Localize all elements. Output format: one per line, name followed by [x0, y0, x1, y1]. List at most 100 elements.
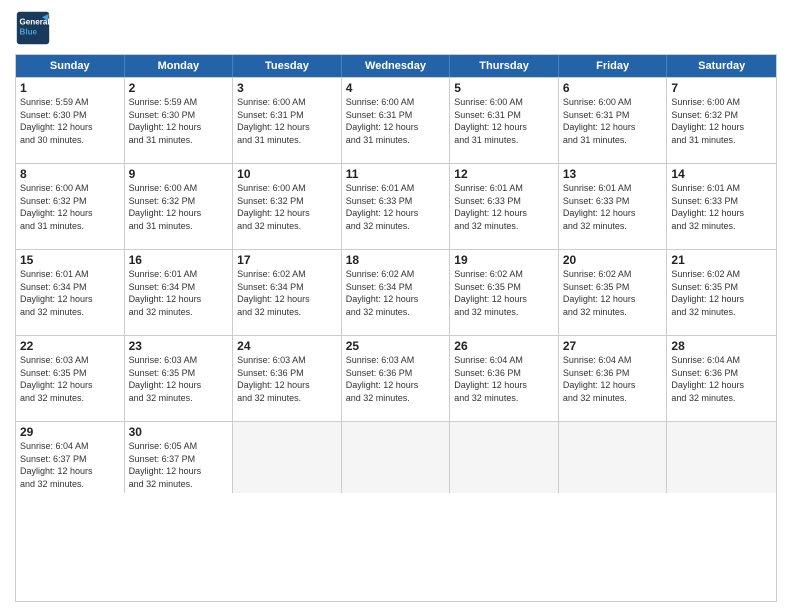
cal-cell: 26Sunrise: 6:04 AM Sunset: 6:36 PM Dayli… [450, 336, 559, 421]
day-info: Sunrise: 5:59 AM Sunset: 6:30 PM Dayligh… [20, 96, 120, 146]
cal-cell: 22Sunrise: 6:03 AM Sunset: 6:35 PM Dayli… [16, 336, 125, 421]
cal-cell [559, 422, 668, 493]
day-number: 19 [454, 253, 554, 267]
day-number: 10 [237, 167, 337, 181]
day-number: 26 [454, 339, 554, 353]
cal-cell: 13Sunrise: 6:01 AM Sunset: 6:33 PM Dayli… [559, 164, 668, 249]
cal-week-row: 29Sunrise: 6:04 AM Sunset: 6:37 PM Dayli… [16, 421, 776, 493]
day-header-saturday: Saturday [667, 55, 776, 77]
cal-cell: 20Sunrise: 6:02 AM Sunset: 6:35 PM Dayli… [559, 250, 668, 335]
day-header-tuesday: Tuesday [233, 55, 342, 77]
cal-cell: 11Sunrise: 6:01 AM Sunset: 6:33 PM Dayli… [342, 164, 451, 249]
cal-cell: 15Sunrise: 6:01 AM Sunset: 6:34 PM Dayli… [16, 250, 125, 335]
day-number: 7 [671, 81, 772, 95]
day-info: Sunrise: 6:00 AM Sunset: 6:31 PM Dayligh… [563, 96, 663, 146]
day-number: 11 [346, 167, 446, 181]
day-info: Sunrise: 5:59 AM Sunset: 6:30 PM Dayligh… [129, 96, 229, 146]
day-number: 12 [454, 167, 554, 181]
day-number: 15 [20, 253, 120, 267]
day-header-sunday: Sunday [16, 55, 125, 77]
day-number: 6 [563, 81, 663, 95]
day-info: Sunrise: 6:04 AM Sunset: 6:36 PM Dayligh… [454, 354, 554, 404]
cal-cell: 16Sunrise: 6:01 AM Sunset: 6:34 PM Dayli… [125, 250, 234, 335]
cal-week-row: 1Sunrise: 5:59 AM Sunset: 6:30 PM Daylig… [16, 77, 776, 163]
cal-week-row: 22Sunrise: 6:03 AM Sunset: 6:35 PM Dayli… [16, 335, 776, 421]
day-number: 28 [671, 339, 772, 353]
day-info: Sunrise: 6:00 AM Sunset: 6:32 PM Dayligh… [129, 182, 229, 232]
cal-cell [667, 422, 776, 493]
calendar: SundayMondayTuesdayWednesdayThursdayFrid… [15, 54, 777, 602]
cal-cell: 29Sunrise: 6:04 AM Sunset: 6:37 PM Dayli… [16, 422, 125, 493]
cal-cell [233, 422, 342, 493]
cal-cell: 6Sunrise: 6:00 AM Sunset: 6:31 PM Daylig… [559, 78, 668, 163]
cal-cell: 21Sunrise: 6:02 AM Sunset: 6:35 PM Dayli… [667, 250, 776, 335]
cal-cell [450, 422, 559, 493]
day-info: Sunrise: 6:00 AM Sunset: 6:31 PM Dayligh… [346, 96, 446, 146]
cal-cell: 27Sunrise: 6:04 AM Sunset: 6:36 PM Dayli… [559, 336, 668, 421]
day-info: Sunrise: 6:01 AM Sunset: 6:34 PM Dayligh… [129, 268, 229, 318]
day-header-monday: Monday [125, 55, 234, 77]
cal-cell: 14Sunrise: 6:01 AM Sunset: 6:33 PM Dayli… [667, 164, 776, 249]
day-info: Sunrise: 6:01 AM Sunset: 6:34 PM Dayligh… [20, 268, 120, 318]
day-header-thursday: Thursday [450, 55, 559, 77]
cal-cell: 28Sunrise: 6:04 AM Sunset: 6:36 PM Dayli… [667, 336, 776, 421]
day-info: Sunrise: 6:02 AM Sunset: 6:34 PM Dayligh… [346, 268, 446, 318]
cal-cell: 10Sunrise: 6:00 AM Sunset: 6:32 PM Dayli… [233, 164, 342, 249]
day-info: Sunrise: 6:04 AM Sunset: 6:36 PM Dayligh… [563, 354, 663, 404]
day-info: Sunrise: 6:04 AM Sunset: 6:37 PM Dayligh… [20, 440, 120, 490]
cal-cell [342, 422, 451, 493]
day-number: 16 [129, 253, 229, 267]
cal-cell: 23Sunrise: 6:03 AM Sunset: 6:35 PM Dayli… [125, 336, 234, 421]
cal-cell: 17Sunrise: 6:02 AM Sunset: 6:34 PM Dayli… [233, 250, 342, 335]
cal-cell: 9Sunrise: 6:00 AM Sunset: 6:32 PM Daylig… [125, 164, 234, 249]
day-number: 17 [237, 253, 337, 267]
day-info: Sunrise: 6:02 AM Sunset: 6:35 PM Dayligh… [671, 268, 772, 318]
cal-cell: 18Sunrise: 6:02 AM Sunset: 6:34 PM Dayli… [342, 250, 451, 335]
day-number: 1 [20, 81, 120, 95]
day-info: Sunrise: 6:02 AM Sunset: 6:35 PM Dayligh… [454, 268, 554, 318]
day-number: 14 [671, 167, 772, 181]
cal-cell: 7Sunrise: 6:00 AM Sunset: 6:32 PM Daylig… [667, 78, 776, 163]
day-number: 22 [20, 339, 120, 353]
day-number: 27 [563, 339, 663, 353]
day-info: Sunrise: 6:00 AM Sunset: 6:31 PM Dayligh… [237, 96, 337, 146]
calendar-body: 1Sunrise: 5:59 AM Sunset: 6:30 PM Daylig… [16, 77, 776, 493]
day-info: Sunrise: 6:00 AM Sunset: 6:32 PM Dayligh… [20, 182, 120, 232]
day-number: 9 [129, 167, 229, 181]
cal-cell: 5Sunrise: 6:00 AM Sunset: 6:31 PM Daylig… [450, 78, 559, 163]
cal-cell: 12Sunrise: 6:01 AM Sunset: 6:33 PM Dayli… [450, 164, 559, 249]
day-number: 3 [237, 81, 337, 95]
day-number: 24 [237, 339, 337, 353]
day-info: Sunrise: 6:01 AM Sunset: 6:33 PM Dayligh… [454, 182, 554, 232]
cal-cell: 2Sunrise: 5:59 AM Sunset: 6:30 PM Daylig… [125, 78, 234, 163]
day-info: Sunrise: 6:03 AM Sunset: 6:36 PM Dayligh… [237, 354, 337, 404]
day-info: Sunrise: 6:03 AM Sunset: 6:35 PM Dayligh… [20, 354, 120, 404]
day-info: Sunrise: 6:01 AM Sunset: 6:33 PM Dayligh… [563, 182, 663, 232]
day-info: Sunrise: 6:03 AM Sunset: 6:35 PM Dayligh… [129, 354, 229, 404]
day-info: Sunrise: 6:00 AM Sunset: 6:32 PM Dayligh… [237, 182, 337, 232]
cal-week-row: 15Sunrise: 6:01 AM Sunset: 6:34 PM Dayli… [16, 249, 776, 335]
day-number: 25 [346, 339, 446, 353]
day-info: Sunrise: 6:00 AM Sunset: 6:32 PM Dayligh… [671, 96, 772, 146]
logo: General Blue [15, 10, 51, 46]
day-info: Sunrise: 6:02 AM Sunset: 6:34 PM Dayligh… [237, 268, 337, 318]
day-info: Sunrise: 6:01 AM Sunset: 6:33 PM Dayligh… [346, 182, 446, 232]
day-number: 5 [454, 81, 554, 95]
cal-cell: 24Sunrise: 6:03 AM Sunset: 6:36 PM Dayli… [233, 336, 342, 421]
day-info: Sunrise: 6:05 AM Sunset: 6:37 PM Dayligh… [129, 440, 229, 490]
cal-cell: 3Sunrise: 6:00 AM Sunset: 6:31 PM Daylig… [233, 78, 342, 163]
day-number: 4 [346, 81, 446, 95]
header: General Blue [15, 10, 777, 46]
cal-cell: 1Sunrise: 5:59 AM Sunset: 6:30 PM Daylig… [16, 78, 125, 163]
day-header-friday: Friday [559, 55, 668, 77]
logo-icon: General Blue [15, 10, 51, 46]
day-info: Sunrise: 6:00 AM Sunset: 6:31 PM Dayligh… [454, 96, 554, 146]
day-number: 8 [20, 167, 120, 181]
day-number: 30 [129, 425, 229, 439]
day-info: Sunrise: 6:03 AM Sunset: 6:36 PM Dayligh… [346, 354, 446, 404]
day-info: Sunrise: 6:04 AM Sunset: 6:36 PM Dayligh… [671, 354, 772, 404]
day-header-wednesday: Wednesday [342, 55, 451, 77]
day-number: 21 [671, 253, 772, 267]
day-number: 13 [563, 167, 663, 181]
cal-cell: 4Sunrise: 6:00 AM Sunset: 6:31 PM Daylig… [342, 78, 451, 163]
